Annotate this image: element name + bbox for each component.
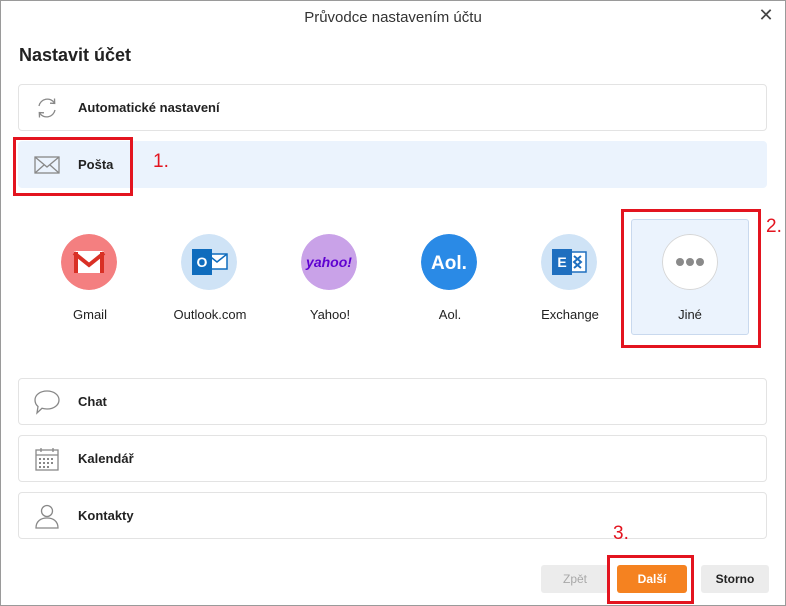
close-icon[interactable]: ✕ [757,6,775,24]
gmail-logo [61,234,117,290]
page-title: Nastavit účet [19,45,132,65]
annotation-step-3: 3. [613,523,629,544]
provider-yahoo[interactable]: yahoo! Yahoo! [271,219,389,335]
annotation-box-next [607,555,694,604]
exchange-logo: E [541,234,597,290]
provider-outlook-label: Outlook.com [173,307,247,322]
provider-aol[interactable]: Aol. Aol. [391,219,509,335]
provider-outlook[interactable]: O Outlook.com [151,219,269,335]
provider-gmail-label: Gmail [73,307,107,322]
provider-gmail[interactable]: Gmail [31,219,149,335]
account-setup-dialog: Průvodce nastavením účtu ✕ Nastavit účet… [0,0,786,606]
back-button[interactable]: Zpět [541,565,609,593]
title-bar: Průvodce nastavením účtu ✕ [1,1,785,33]
svg-text:O: O [197,254,208,270]
row-contacts[interactable]: Kontakty [18,492,767,539]
yahoo-logo-text: yahoo! [305,254,352,270]
sync-icon [33,95,61,121]
provider-aol-label: Aol. [438,307,462,322]
row-automatic-setup[interactable]: Automatické nastavení [18,84,767,131]
aol-logo: Aol. [421,234,477,290]
person-icon [33,503,61,529]
yahoo-logo: yahoo! [301,234,357,290]
aol-logo-text: Aol. [431,253,467,274]
row-calendar[interactable]: Kalendář [18,435,767,482]
row-chat-label: Chat [78,394,107,409]
annotation-box-other [621,209,761,348]
svg-text:E: E [557,254,566,270]
calendar-icon [33,446,61,472]
provider-exchange[interactable]: E Exchange [511,219,629,335]
chat-bubble-icon [33,389,61,415]
provider-yahoo-label: Yahoo! [309,307,351,322]
row-calendar-label: Kalendář [78,451,134,466]
outlook-logo: O [181,234,237,290]
annotation-box-mail [13,137,133,196]
row-automatic-setup-label: Automatické nastavení [78,100,220,115]
annotation-step-1: 1. [153,151,169,172]
cancel-button[interactable]: Storno [701,565,769,593]
annotation-step-2: 2. [766,216,782,237]
provider-exchange-label: Exchange [541,307,599,322]
row-contacts-label: Kontakty [78,508,134,523]
window-title: Průvodce nastavením účtu [304,9,482,26]
row-chat[interactable]: Chat [18,378,767,425]
